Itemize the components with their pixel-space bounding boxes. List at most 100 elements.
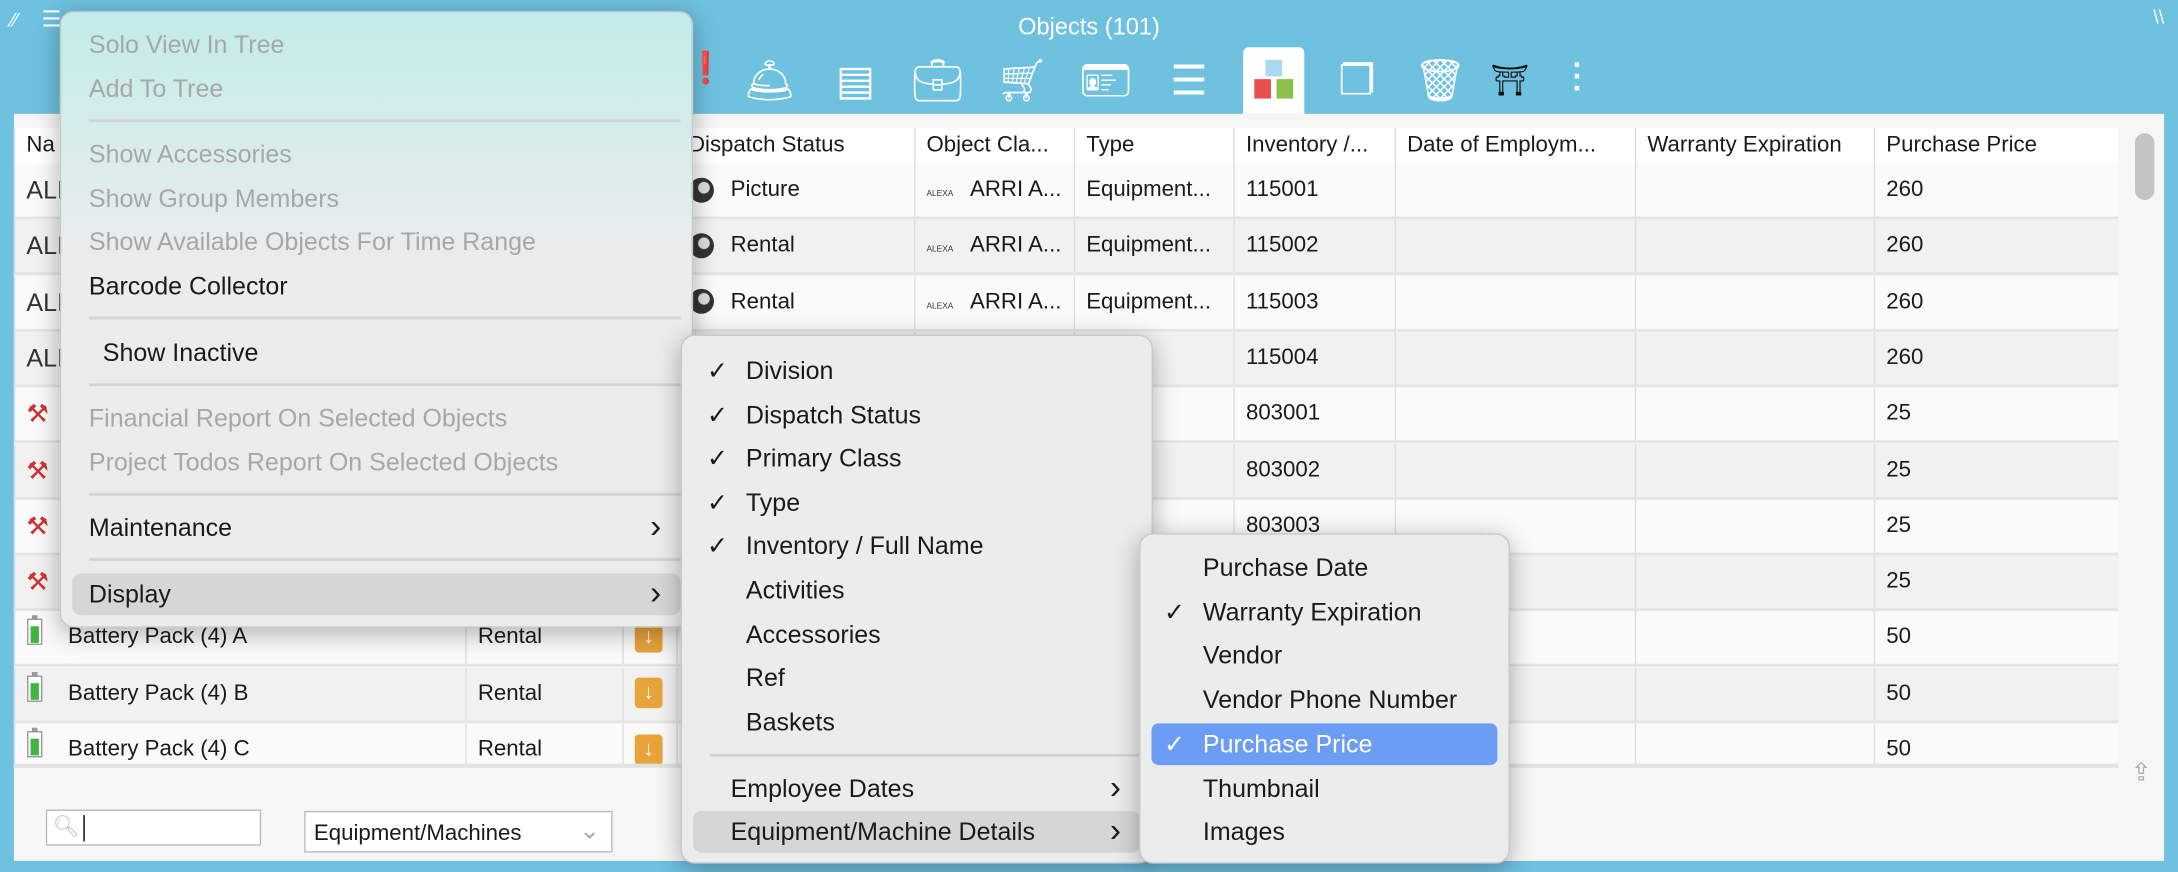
column-header[interactable]: Object Cla... xyxy=(913,127,1074,164)
cart-icon[interactable]: 🛒︎ xyxy=(992,50,1053,111)
arri-logo-icon: ALEXA xyxy=(926,246,954,255)
menu-item-purchase-date[interactable]: Purchase Date xyxy=(1203,547,1497,589)
menu-item-show-accessories[interactable]: Show Accessories xyxy=(89,133,681,175)
checkmark-icon: ✓ xyxy=(1164,598,1185,626)
price-cell: 260 xyxy=(1873,275,2118,329)
menu-item-show-group-members[interactable]: Show Group Members xyxy=(89,178,681,220)
menu-item-financial-report-on-selected-objects[interactable]: Financial Report On Selected Objects xyxy=(89,397,681,439)
column-header[interactable]: Date of Employm... xyxy=(1394,127,1635,164)
trash-icon[interactable]: 🗑︎ xyxy=(1410,50,1471,111)
menu-item-primary-class[interactable]: ✓ Primary Class xyxy=(707,438,1140,480)
price-cell: 25 xyxy=(1873,387,2118,441)
menu-item-vendor[interactable]: Vendor xyxy=(1203,635,1497,677)
copy-icon[interactable]: ❐ xyxy=(1327,50,1388,111)
share-icon[interactable]: ⇪ xyxy=(2131,758,2152,787)
barrier-icon[interactable]: ⛩︎ xyxy=(1479,50,1540,111)
column-header[interactable]: Inventory /... xyxy=(1233,127,1394,164)
price-cell: 260 xyxy=(1873,331,2118,385)
warranty-cell xyxy=(1634,387,1874,441)
name-text: Battery Pack (4) C xyxy=(68,737,250,762)
search-input[interactable]: 🔍︎ xyxy=(45,809,262,846)
sliders-icon[interactable]: ⫶ xyxy=(1546,50,1607,111)
type-cell: Equipment... xyxy=(1073,275,1234,329)
price-cell: 260 xyxy=(1873,219,2118,273)
inventory-cell: 115004 xyxy=(1233,331,1394,385)
menu-item-label: Project Todos Report On Selected Objects xyxy=(88,448,559,477)
equipment-details-submenu: Purchase Date ✓ Warranty Expiration Vendor V… xyxy=(1139,533,1510,864)
type-cell: Equipment... xyxy=(1073,163,1234,217)
id-card-icon[interactable]: 🪪︎ xyxy=(1075,50,1136,111)
menu-item-barcode-collector[interactable]: Barcode Collector xyxy=(89,265,681,307)
menu-item-label: Baskets xyxy=(745,707,835,736)
menu-item-dispatch-status[interactable]: ✓ Dispatch Status xyxy=(707,394,1140,436)
briefcase-icon[interactable]: 💼︎ xyxy=(907,50,968,111)
menu-item-inventory-full-name[interactable]: ✓ Inventory / Full Name xyxy=(707,525,1140,567)
download-icon[interactable]: ↓ xyxy=(634,734,663,765)
inventory-cell: 803001 xyxy=(1233,387,1394,441)
menu-item-purchase-price[interactable]: ✓ Purchase Price xyxy=(1151,723,1498,765)
menu-item-label: Add To Tree xyxy=(88,74,224,103)
menu-item-images[interactable]: Images xyxy=(1203,811,1497,853)
menu-item-label: Financial Report On Selected Objects xyxy=(88,404,508,432)
menu-item-show-available-objects-for-time-range[interactable]: Show Available Objects For Time Range xyxy=(89,221,681,263)
menu-item-display[interactable]: Display › xyxy=(72,573,681,616)
menu-item-type[interactable]: ✓ Type xyxy=(707,482,1140,524)
class-text: ARRI A... xyxy=(970,289,1062,314)
menu-item-maintenance[interactable]: Maintenance › xyxy=(89,507,681,549)
column-header[interactable]: Type xyxy=(1073,127,1234,164)
arri-logo-icon: ALEXA xyxy=(926,302,954,311)
menu-item-ref[interactable]: Ref xyxy=(746,657,1140,699)
menu-item-thumbnail[interactable]: Thumbnail xyxy=(1203,767,1497,809)
download-icon[interactable]: ↓ xyxy=(634,678,663,709)
menu-item-employee-dates[interactable]: Employee Dates › xyxy=(693,768,1140,810)
dispatch-text: Picture xyxy=(730,177,800,202)
employment-date-cell xyxy=(1394,275,1635,329)
search-icon: 🔍︎ xyxy=(52,815,80,839)
menu-item-project-todos-report-on-selected-objects[interactable]: Project Todos Report On Selected Objects xyxy=(89,442,681,484)
menu-item-label: Vendor Phone Number xyxy=(1202,686,1458,714)
battery-icon xyxy=(26,667,68,720)
column-header[interactable]: Purchase Price xyxy=(1873,127,2118,164)
name-text: Battery Pack (4) A xyxy=(68,625,248,650)
class-cell: ALEXA ARRI A... xyxy=(913,163,1074,217)
menu-item-add-to-tree[interactable]: Add To Tree xyxy=(89,68,681,110)
vertical-scrollbar[interactable] xyxy=(2134,133,2155,200)
menu-item-warranty-expiration[interactable]: ✓ Warranty Expiration xyxy=(1164,591,1497,633)
bell-icon[interactable]: 🛎︎ xyxy=(739,50,800,111)
inventory-cell: 803002 xyxy=(1233,443,1394,497)
checkmark-icon: ✓ xyxy=(1164,730,1185,758)
name-text: Battery Pack (4) B xyxy=(68,681,249,706)
alert-icon[interactable]: ❗ xyxy=(675,50,736,111)
warranty-cell xyxy=(1634,331,1874,385)
objects-window: ⁄⁄ ☰ \\ Objects (101) NaDivisionDispatch… xyxy=(0,0,2178,872)
menu-item-activities[interactable]: Activities xyxy=(746,569,1140,611)
category-dropdown[interactable]: Equipment/Machines ⌄ xyxy=(304,810,613,853)
menu-item-division[interactable]: ✓ Division xyxy=(707,350,1140,392)
checkmark-icon: ✓ xyxy=(707,488,728,517)
menu-item-accessories[interactable]: Accessories xyxy=(746,613,1140,655)
warranty-cell xyxy=(1634,723,1874,766)
price-cell: 25 xyxy=(1873,443,2118,497)
archive-icon[interactable]: ▤ xyxy=(825,50,886,111)
menu-item-label: Purchase Date xyxy=(1202,554,1369,582)
menu-item-label: Vendor xyxy=(1202,642,1283,670)
menu-item-baskets[interactable]: Baskets xyxy=(746,701,1140,743)
menu-item-vendor-phone-number[interactable]: Vendor Phone Number xyxy=(1203,679,1497,721)
employment-date-cell xyxy=(1394,443,1635,497)
menu-item-label: Type xyxy=(745,488,801,517)
menu-item-equipment-machine-details[interactable]: Equipment/Machine Details › xyxy=(693,810,1141,853)
column-header[interactable]: Warranty Expiration xyxy=(1634,127,1874,164)
cubes-icon[interactable] xyxy=(1243,47,1305,114)
type-cell: Equipment... xyxy=(1073,219,1234,273)
menu-item-label: Accessories xyxy=(745,620,881,648)
list-icon[interactable]: ☰ xyxy=(1158,50,1219,111)
menu-item-label: Purchase Price xyxy=(1202,730,1373,758)
menu-item-label: Maintenance xyxy=(88,513,233,542)
price-cell: 25 xyxy=(1873,499,2118,553)
column-header[interactable]: Dispatch Status xyxy=(676,127,914,164)
menu-item-solo-view-in-tree[interactable]: Solo View In Tree xyxy=(89,24,681,66)
price-cell: 50 xyxy=(1873,611,2118,665)
menu-item-show-inactive[interactable]: Show Inactive xyxy=(103,332,681,374)
text-cursor xyxy=(83,815,85,842)
menu-item-label: Warranty Expiration xyxy=(1202,598,1422,626)
